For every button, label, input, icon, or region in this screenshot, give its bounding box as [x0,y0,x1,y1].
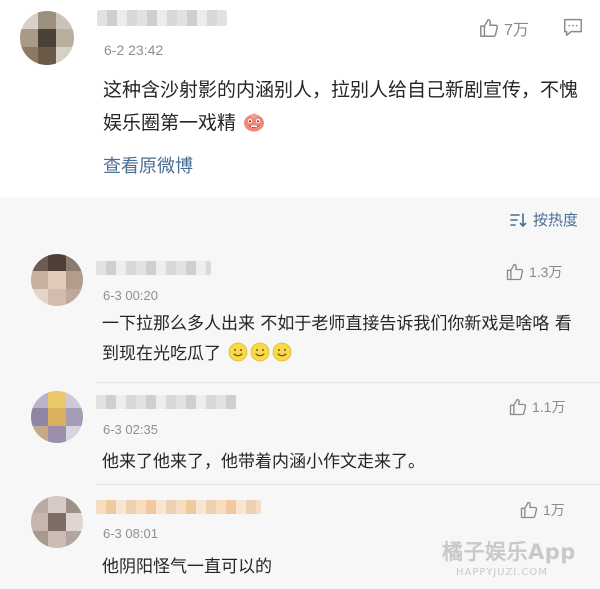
watermark-main-text: 橘子娱乐App [442,540,576,564]
comment-like-count: 1万 [543,502,565,518]
comment-like-button[interactable]: 1.3万 [505,262,562,282]
watermark-logo: 橘子娱乐App HAPPYJUZI.COM [442,536,576,578]
comment-divider [96,382,600,383]
thumbs-up-icon [520,501,538,519]
post-like-count: 7万 [504,22,529,39]
post-avatar[interactable] [20,11,74,65]
post-content-text: 这种含沙射影的内涵别人，拉别人给自己新剧宣传，不愧娱乐圈第一戏精 [103,79,579,134]
smile-emoji [251,342,270,362]
comment-timestamp: 6-3 00:20 [103,288,158,303]
comment-text: 他来了他来了，他带着内涵小作文走来了。 [102,452,425,472]
watermark-sub-text: HAPPYJUZI.COM [456,567,548,578]
comment-timestamp: 6-3 08:01 [103,526,158,541]
comment-avatar[interactable] [31,254,83,306]
comment-avatar[interactable] [31,391,83,443]
thumbs-up-icon [509,398,527,416]
comment-like-count: 1.1万 [532,399,566,415]
post-like-button[interactable]: 7万 [478,16,529,40]
post-content: 这种含沙射影的内涵别人，拉别人给自己新剧宣传，不愧娱乐圈第一戏精 [103,74,593,140]
thumbs-up-icon [506,263,524,281]
comment-like-count: 1.3万 [529,264,563,280]
comment-divider [96,484,600,485]
comment-like-button[interactable]: 1.1万 [508,397,565,417]
original-post: 6-2 23:42 7万 这种含沙射影的内涵别人，拉别人给自己新剧宣传，不愧娱乐… [0,0,600,197]
comment-avatar[interactable] [31,496,83,548]
comment-text-body: 一下拉那么多人出来 不如于老师直接告诉我们你新戏是啥咯 看到现在光吃瓜了 [102,314,572,364]
sort-icon [510,212,527,227]
red-face-emoji [244,113,265,132]
sort-label: 按热度 [532,211,578,229]
comment-timestamp: 6-3 02:35 [103,422,158,437]
comment-text: 一下拉那么多人出来 不如于老师直接告诉我们你新戏是啥咯 看到现在光吃瓜了 [102,309,582,369]
smile-emoji [273,342,292,362]
comments-section: 按热度 6-3 00:20 1.3万 一下拉那么多人出来 不如于老师直接告诉我们… [0,197,600,589]
post-username-blurred[interactable] [97,10,227,26]
sort-by-hot-button[interactable]: 按热度 [509,209,578,230]
comment-username-blurred[interactable] [96,261,211,275]
comment-username-blurred[interactable] [96,395,236,409]
thumbs-up-icon [480,19,499,37]
view-original-link[interactable]: 查看原微博 [103,152,193,178]
smile-emoji [229,342,248,362]
comment-like-button[interactable]: 1万 [519,500,565,520]
comment-bubble-icon[interactable] [562,16,584,38]
post-timestamp: 6-2 23:42 [104,42,164,58]
comment-username-blurred[interactable] [96,500,261,514]
